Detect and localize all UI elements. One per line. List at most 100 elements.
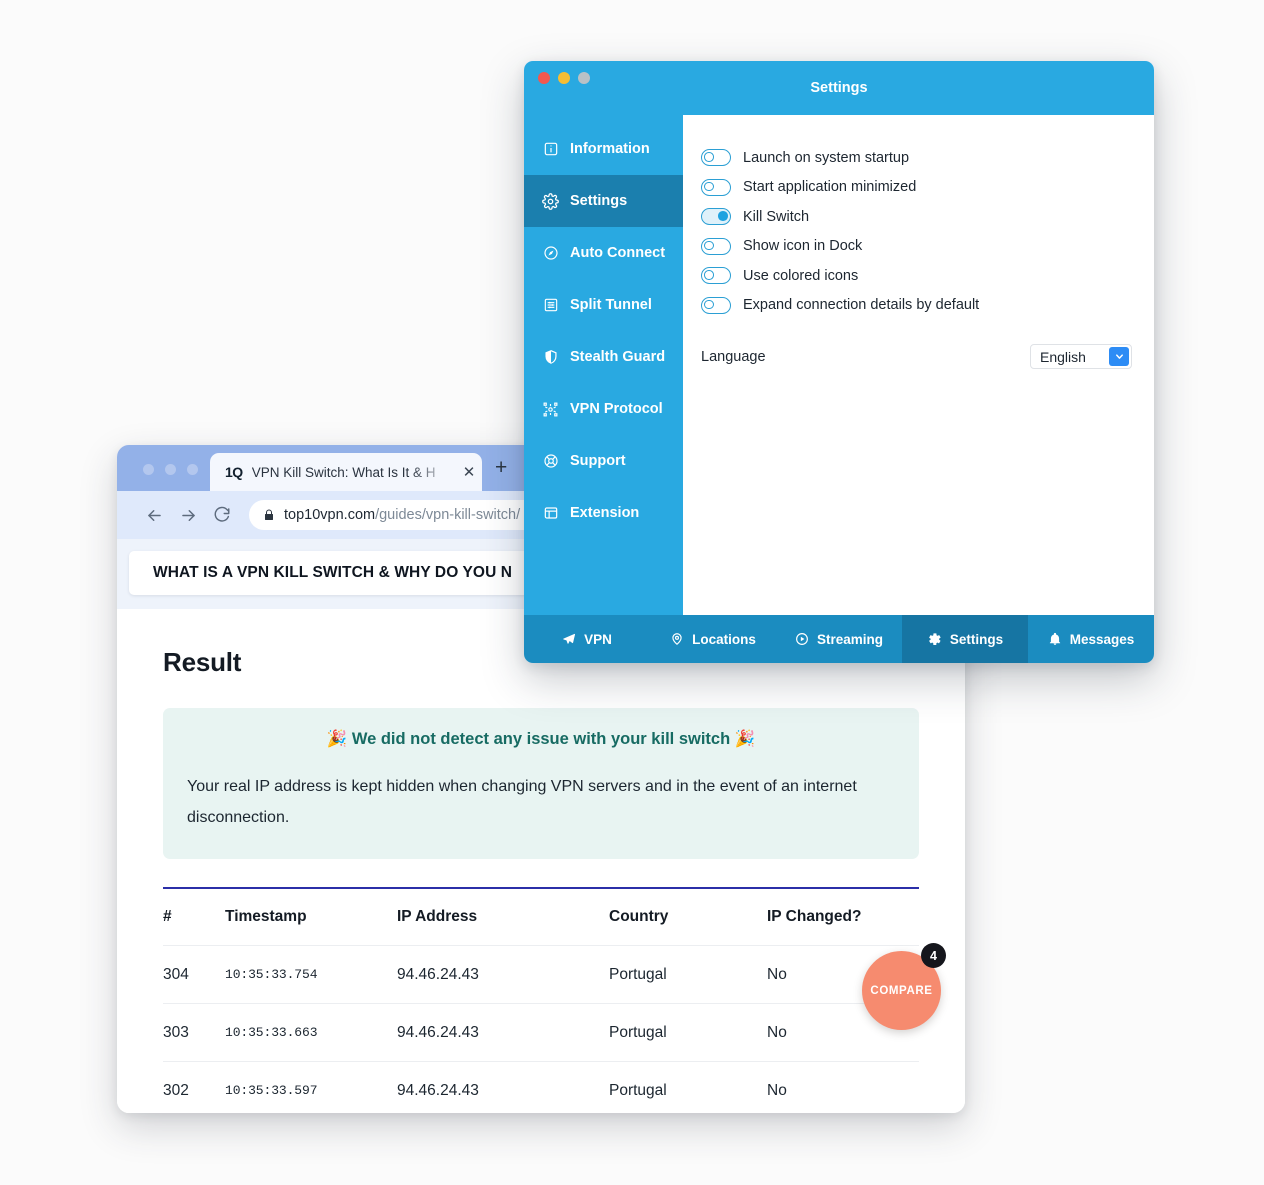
url-path: /guides/vpn-kill-switch/	[375, 507, 521, 523]
cell-ip-address: 94.46.24.43	[397, 1023, 479, 1041]
gear-icon	[927, 632, 942, 647]
cell-timestamp: 10:35:33.663	[225, 1025, 318, 1041]
cell-country: Portugal	[609, 1023, 667, 1041]
cell-index: 302	[163, 1081, 189, 1099]
cell-ip-changed: No	[767, 1081, 787, 1099]
table-row: 303 10:35:33.663 94.46.24.43 Portugal No	[163, 1004, 919, 1063]
cell-country: Portugal	[609, 1081, 667, 1099]
alert-body: Your real IP address is kept hidden when…	[187, 778, 857, 827]
column-header-ip-address: IP Address	[397, 908, 478, 926]
cell-timestamp: 10:35:33.754	[225, 967, 318, 983]
setting-row-use-colored-icons: Use colored icons	[683, 261, 1154, 291]
table-header-row: # Timestamp IP Address Country IP Change…	[163, 889, 919, 947]
sidebar-item-stealth-guard[interactable]: Stealth Guard	[524, 331, 683, 383]
bottom-nav-label: VPN	[584, 631, 612, 647]
browser-minimize-dot[interactable]	[165, 464, 176, 475]
vpn-bottom-bar: VPN Locations Streaming Settings Message	[524, 615, 1154, 663]
compass-icon	[542, 245, 559, 262]
column-header-index: #	[163, 908, 172, 926]
bottom-nav-streaming[interactable]: Streaming	[776, 615, 902, 663]
bottom-nav-label: Messages	[1069, 631, 1135, 647]
vpn-maximize-button[interactable]	[578, 72, 590, 84]
vpn-body: Information Settings Auto Connect Split …	[524, 115, 1154, 615]
arrow-right-icon[interactable]	[171, 500, 205, 530]
vpn-app-window: Settings Information Settings Auto Conne…	[524, 61, 1154, 663]
sidebar-label: Information	[570, 141, 650, 157]
vpn-window-title: Settings	[810, 80, 868, 96]
setting-label: Kill Switch	[743, 208, 810, 225]
bottom-nav-label: Locations	[692, 631, 756, 647]
cell-index: 304	[163, 965, 189, 983]
bottom-nav-settings[interactable]: Settings	[902, 615, 1028, 663]
vpn-title-bar: Settings	[524, 61, 1154, 115]
setting-row-launch-on-startup: Launch on system startup	[683, 143, 1154, 173]
column-header-country: Country	[609, 908, 669, 926]
vpn-close-button[interactable]	[538, 72, 550, 84]
lifebuoy-icon	[542, 453, 559, 470]
play-circle-icon	[795, 632, 809, 646]
compare-button[interactable]: COMPARE 4	[862, 943, 946, 1030]
sidebar-item-support[interactable]: Support	[524, 435, 683, 487]
paper-plane-icon	[562, 632, 576, 646]
sidebar-item-information[interactable]: Information	[524, 123, 683, 175]
map-pin-icon	[670, 632, 684, 646]
language-select[interactable]: English	[1030, 344, 1132, 369]
sliders-icon	[542, 297, 559, 314]
chevron-down-icon[interactable]	[1109, 347, 1129, 366]
cell-timestamp: 10:35:33.597	[225, 1083, 318, 1099]
setting-row-start-minimized: Start application minimized	[683, 173, 1154, 203]
browser-window-icon	[542, 505, 559, 522]
network-nodes-icon	[542, 401, 559, 418]
bottom-nav-messages[interactable]: Messages	[1028, 615, 1154, 663]
reload-icon[interactable]	[205, 500, 239, 530]
arrow-left-icon[interactable]	[137, 500, 171, 530]
result-alert-box: 🎉 We did not detect any issue with your …	[163, 708, 919, 860]
sidebar-item-settings[interactable]: Settings	[524, 175, 683, 227]
sidebar-item-auto-connect[interactable]: Auto Connect	[524, 227, 683, 279]
setting-row-show-icon-in-dock: Show icon in Dock	[683, 232, 1154, 262]
page-title: WHAT IS A VPN KILL SWITCH & WHY DO YOU N	[153, 564, 513, 581]
setting-row-expand-connection-details: Expand connection details by default	[683, 291, 1154, 321]
gear-icon	[542, 192, 559, 210]
setting-row-kill-switch: Kill Switch	[683, 202, 1154, 232]
language-label: Language	[701, 348, 766, 365]
sidebar-item-split-tunnel[interactable]: Split Tunnel	[524, 279, 683, 331]
sidebar-item-vpn-protocol[interactable]: VPN Protocol	[524, 383, 683, 435]
setting-label: Launch on system startup	[743, 149, 910, 166]
browser-maximize-dot[interactable]	[187, 464, 198, 475]
tab-title: VPN Kill Switch: What Is It & H	[251, 464, 436, 480]
toggle-use-colored-icons[interactable]	[701, 267, 731, 285]
browser-close-dot[interactable]	[143, 464, 154, 475]
sidebar-label: Split Tunnel	[570, 297, 652, 313]
plus-icon[interactable]: +	[495, 457, 507, 478]
toggle-show-icon-in-dock[interactable]	[701, 237, 731, 255]
toggle-launch-on-startup[interactable]	[701, 149, 731, 167]
vpn-minimize-button[interactable]	[558, 72, 570, 84]
tab-favicon: 1Q	[225, 464, 243, 480]
bottom-nav-locations[interactable]: Locations	[650, 615, 776, 663]
sidebar-item-extension[interactable]: Extension	[524, 487, 683, 539]
bottom-nav-label: Settings	[949, 631, 1004, 647]
bottom-nav-vpn[interactable]: VPN	[524, 615, 650, 663]
column-header-ip-changed: IP Changed?	[767, 908, 862, 926]
vpn-traffic-lights	[538, 72, 590, 84]
alert-title: 🎉 We did not detect any issue with your …	[326, 730, 756, 748]
info-box-icon	[542, 141, 559, 158]
language-selected-value: English	[1040, 348, 1086, 365]
language-row: Language English	[701, 344, 1132, 369]
vpn-sidebar: Information Settings Auto Connect Split …	[524, 115, 683, 615]
lock-icon	[263, 508, 275, 522]
sidebar-label: Settings	[570, 193, 628, 209]
bottom-nav-label: Streaming	[816, 631, 884, 647]
sidebar-label: Extension	[570, 505, 640, 521]
close-icon[interactable]: ✕	[456, 465, 482, 480]
toggle-kill-switch[interactable]	[701, 208, 731, 226]
browser-tab[interactable]: 1Q VPN Kill Switch: What Is It & H ✕	[210, 453, 482, 491]
toggle-expand-connection-details[interactable]	[701, 296, 731, 314]
column-header-timestamp: Timestamp	[225, 908, 307, 926]
setting-label: Use colored icons	[743, 267, 859, 284]
sidebar-label: Auto Connect	[570, 245, 666, 261]
setting-label: Expand connection details by default	[743, 297, 980, 314]
toggle-start-minimized[interactable]	[701, 178, 731, 196]
cell-ip-address: 94.46.24.43	[397, 1081, 479, 1099]
